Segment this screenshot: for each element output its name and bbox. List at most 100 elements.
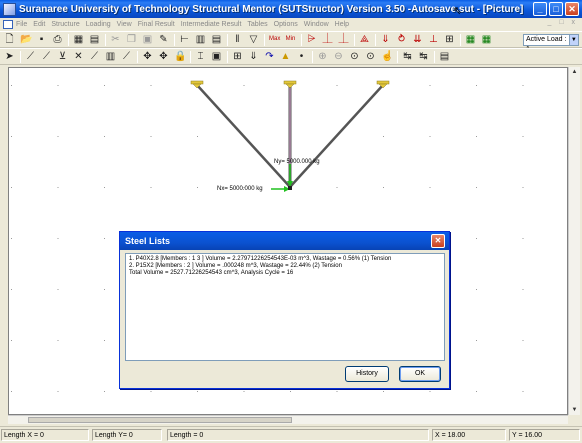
column-icon[interactable]: ‖ <box>232 34 243 45</box>
move-icon[interactable]: ✥ <box>142 51 153 62</box>
zoom-all-icon[interactable]: ⊙ <box>365 51 376 62</box>
menu-structure[interactable]: Structure <box>51 21 79 28</box>
add-node-icon[interactable]: ⟋ <box>25 51 36 62</box>
snap-icon[interactable]: ↹ <box>402 51 413 62</box>
draw-icon[interactable]: ⟋ <box>89 51 100 62</box>
menu-options[interactable]: Options <box>274 21 298 28</box>
steel-list-total[interactable]: Total Volume = 2527.71226254543 cm^3, An… <box>129 270 441 277</box>
frame-icon[interactable]: ⊞ <box>444 34 455 45</box>
menu-loading[interactable]: Loading <box>86 21 111 28</box>
history-button[interactable]: History <box>345 366 389 382</box>
table-icon[interactable]: ▦ <box>465 34 476 45</box>
hatch-icon[interactable]: ▥ <box>105 51 116 62</box>
zoom-out-icon[interactable]: ⊖ <box>333 51 344 62</box>
copy-icon[interactable]: ❐ <box>126 34 137 45</box>
grid-point <box>57 340 59 341</box>
load2-icon[interactable]: ⇊ <box>412 34 423 45</box>
maximize-button[interactable]: □ <box>549 2 563 16</box>
horizontal-scrollbar[interactable] <box>8 415 568 424</box>
steel-list-box[interactable]: 1. P40X2.8 [Members : 1 3 ] Volume = 2.2… <box>125 253 445 361</box>
text-icon[interactable]: ⟋ <box>121 51 132 62</box>
load-icon[interactable]: ⇓ <box>380 34 391 45</box>
steel-lists-dialog: Steel Lists ✕ 1. P40X2.8 [Members : 1 3 … <box>119 231 450 389</box>
scroll-down-icon[interactable]: ▼ <box>569 405 580 415</box>
member-1[interactable] <box>196 84 291 188</box>
pan-icon[interactable]: ☝ <box>381 51 393 62</box>
max-icon[interactable]: Max <box>269 34 280 45</box>
close-button[interactable]: ✕ <box>565 2 579 16</box>
rectangle-icon[interactable]: ▥ <box>195 34 206 45</box>
steel-list-item[interactable]: 2. P15X2 [Members : 2 ] Volume = .000248… <box>129 263 441 270</box>
release-icon[interactable]: ↷ <box>264 51 275 62</box>
load-x-arrow[interactable] <box>271 186 290 192</box>
support-middle[interactable] <box>283 80 297 89</box>
document-icon[interactable] <box>3 19 13 29</box>
menu-edit[interactable]: Edit <box>33 21 45 28</box>
cut-icon[interactable]: ✂ <box>110 34 121 45</box>
load-y-label: Ny= 5000.000 kg <box>274 159 320 165</box>
app-window: Suranaree University of Technology Struc… <box>0 0 582 443</box>
dimension-icon[interactable]: ⌶ <box>195 51 206 62</box>
scroll-up-icon[interactable]: ▲ <box>569 67 580 77</box>
minimize-button[interactable]: _ <box>533 2 547 16</box>
steel-list-item[interactable]: 1. P40X2.8 [Members : 1 3 ] Volume = 2.2… <box>129 256 441 263</box>
dialog-close-button[interactable]: ✕ <box>431 234 445 248</box>
moment-icon[interactable]: ⥁ <box>396 34 407 45</box>
mdi-controls[interactable]: _ □ x <box>547 19 578 26</box>
mesh-icon[interactable]: ⊞ <box>232 51 243 62</box>
truss-icon[interactable]: ⟁ <box>359 34 370 45</box>
status-x-coordinate: X = 18.00 <box>432 429 506 441</box>
menu-tables[interactable]: Tables <box>247 21 267 28</box>
filter-icon[interactable]: ▽ <box>248 34 259 45</box>
title-bar[interactable]: Suranaree University of Technology Struc… <box>0 0 582 18</box>
line-icon[interactable]: ⊢ <box>179 34 190 45</box>
print-preview-icon[interactable]: ▦ <box>73 34 84 45</box>
chevron-down-icon[interactable]: ▼ <box>568 35 578 45</box>
menu-view[interactable]: View <box>117 21 132 28</box>
menu-intermediate-result[interactable]: Intermediate Result <box>181 21 242 28</box>
grid-point <box>197 187 198 188</box>
zoom-in-icon[interactable]: ⊕ <box>317 51 328 62</box>
copy-node-icon[interactable]: ✥ <box>158 51 169 62</box>
zoom-window-icon[interactable]: ⊙ <box>349 51 360 62</box>
beam-icon[interactable]: ⊥ <box>428 34 439 45</box>
horizontal-scroll-thumb[interactable] <box>28 417 292 423</box>
menu-help[interactable]: Help <box>335 21 349 28</box>
support-icon[interactable]: ⏊ <box>322 34 333 45</box>
paste-icon[interactable]: ▣ <box>142 34 153 45</box>
support-right[interactable] <box>376 80 390 89</box>
save-icon[interactable]: ▪ <box>36 34 47 45</box>
dialog-title-bar[interactable]: Steel Lists ✕ <box>120 232 449 250</box>
new-file-icon[interactable]: 🗋 <box>4 34 15 45</box>
joint-node[interactable] <box>288 186 292 190</box>
print-icon[interactable]: ⎙ <box>52 34 63 45</box>
support-left[interactable] <box>190 80 204 89</box>
min-icon[interactable]: Min <box>285 34 296 45</box>
color-icon[interactable]: ▲ <box>280 51 291 62</box>
ok-button[interactable]: OK <box>399 366 441 382</box>
add-member-icon[interactable]: ⟋ <box>41 51 52 62</box>
grid-point <box>104 238 105 239</box>
menu-final-result[interactable]: Final Result <box>138 21 175 28</box>
snap2-icon[interactable]: ↹ <box>418 51 429 62</box>
grid-icon[interactable]: ▤ <box>211 34 222 45</box>
menu-file[interactable]: File <box>16 21 27 28</box>
member-3[interactable] <box>289 84 384 188</box>
lock-icon[interactable]: 🔒 <box>174 51 186 62</box>
support2-icon[interactable]: ⏊ <box>338 34 349 45</box>
section-icon[interactable]: ▣ <box>211 51 222 62</box>
active-load-select[interactable]: Active Load : 1 ▼ <box>523 34 579 53</box>
load-arrow-icon[interactable]: ⇓ <box>248 51 259 62</box>
line-style-icon[interactable]: • <box>296 51 307 62</box>
settings-icon[interactable]: ▤ <box>439 51 450 62</box>
member-icon[interactable]: ⩥ <box>306 34 317 45</box>
pen-icon[interactable]: ✎ <box>158 34 169 45</box>
vertical-scrollbar[interactable]: ▲ ▼ <box>568 67 580 415</box>
add-support-icon[interactable]: ⊻ <box>57 51 68 62</box>
pointer-icon[interactable]: ➤ <box>4 51 15 62</box>
export-icon[interactable]: ▤ <box>89 34 100 45</box>
table2-icon[interactable]: ▦ <box>481 34 492 45</box>
menu-window[interactable]: Window <box>304 21 329 28</box>
delete-icon[interactable]: ✕ <box>73 51 84 62</box>
open-folder-icon[interactable]: 📂 <box>20 34 32 45</box>
